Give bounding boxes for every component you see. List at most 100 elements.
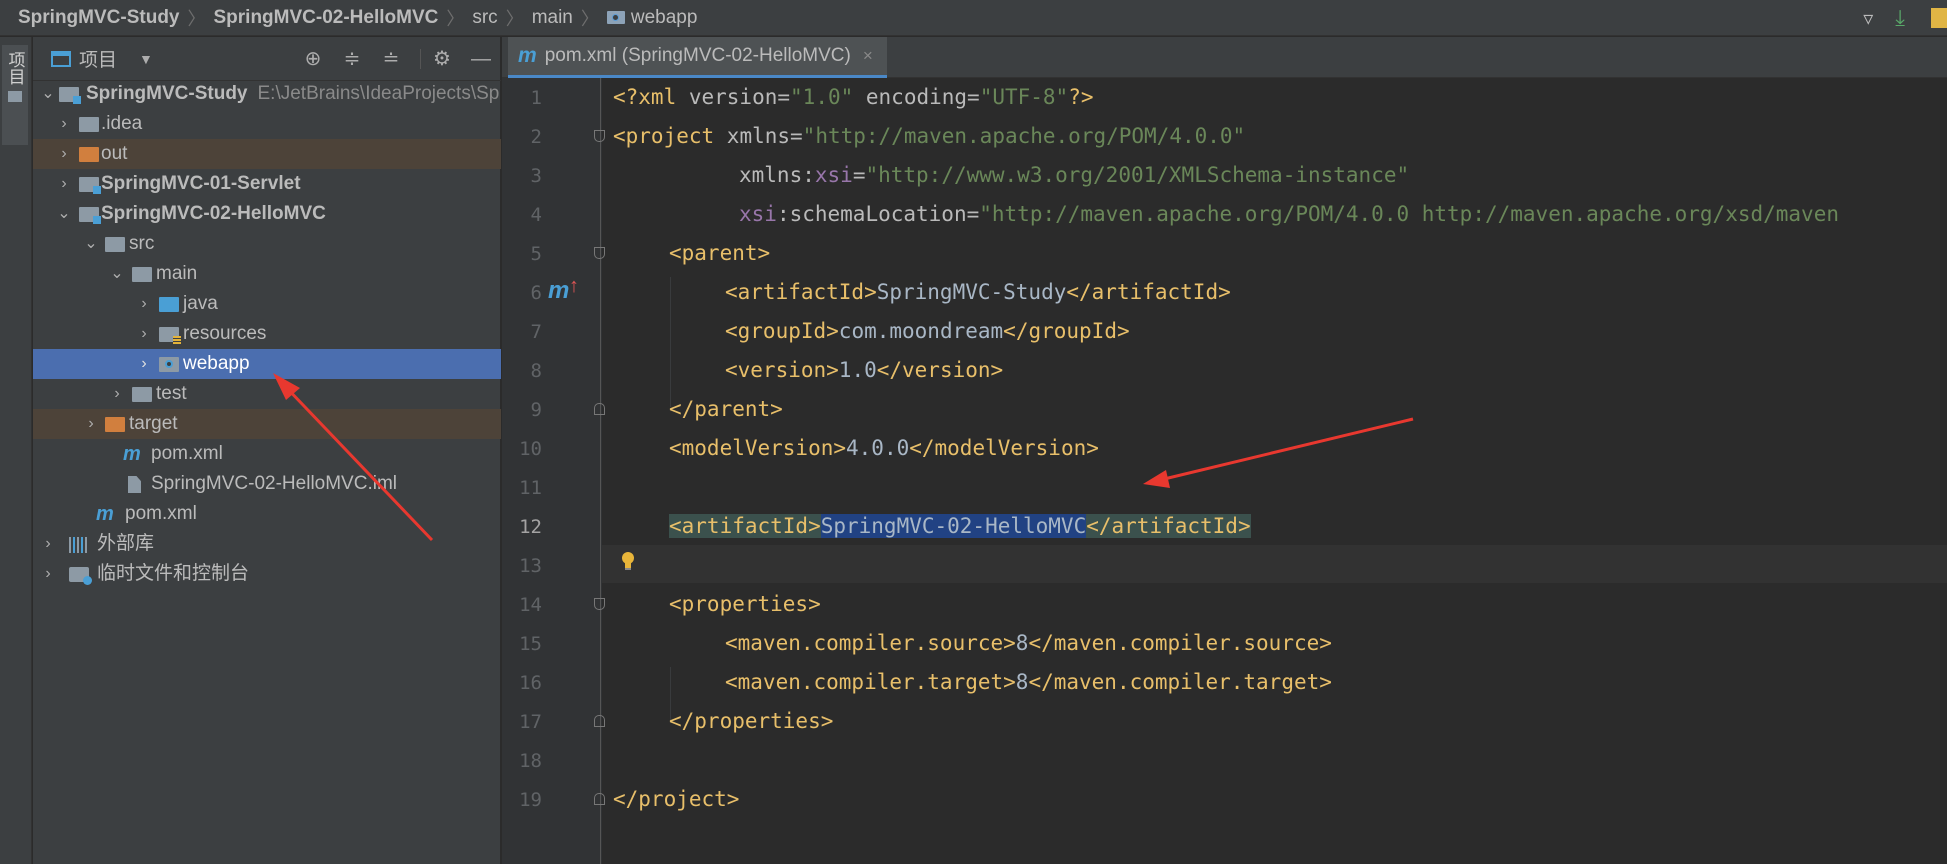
project-tool-tab[interactable]: 项目 (2, 45, 28, 145)
code-token: <maven.compiler.target> (725, 670, 1016, 694)
breadcrumb-item-src[interactable]: src (472, 7, 503, 29)
chevron-right-icon[interactable]: › (136, 289, 152, 319)
breadcrumb-item-module[interactable]: SpringMVC-02-HelloMVC (214, 7, 445, 29)
toolbar-divider (420, 49, 421, 69)
maven-icon: m (123, 443, 141, 465)
project-tool-tab-label: 项目 (5, 51, 25, 85)
tree-item-target[interactable]: › target (33, 409, 501, 439)
breadcrumb-item-webapp[interactable]: webapp (631, 7, 704, 29)
tree-item-label: src (129, 233, 155, 254)
chevron-down-icon[interactable]: ⌄ (56, 199, 72, 229)
code-token: </artifactId> (1066, 280, 1231, 304)
code-token: "1.0" (790, 85, 854, 109)
chevron-down-icon[interactable]: ⌄ (109, 259, 125, 289)
tree-item-pom-module[interactable]: m pom.xml (33, 439, 501, 469)
tree-item-out[interactable]: › out (33, 139, 501, 169)
code-line-1: <?xml version="1.0" encoding="UTF-8"?> (613, 85, 1094, 109)
lightbulb-icon[interactable] (621, 552, 635, 570)
run-config-icon[interactable] (1931, 8, 1947, 28)
project-panel-title[interactable]: 项目 (79, 45, 117, 72)
code-token: xmlns (739, 163, 803, 187)
tree-item-path: E:\JetBrains\IdeaProjects\Sp (257, 83, 500, 104)
chevron-down-icon[interactable]: ⌄ (40, 79, 56, 109)
chevron-right-icon[interactable]: › (136, 349, 152, 379)
chevron-right-icon[interactable]: › (136, 319, 152, 349)
breadcrumb-item-main[interactable]: main (532, 7, 579, 29)
tree-item-label: 外部库 (97, 533, 155, 554)
build-hammer-icon[interactable]: ⤓ (1895, 5, 1905, 31)
tree-item-label: target (129, 413, 178, 434)
chevron-right-icon[interactable]: › (40, 529, 56, 559)
code-line-7: <groupId>com.moondream</groupId> (725, 319, 1130, 343)
code-token: </maven.compiler.source> (1028, 631, 1332, 655)
chevron-right-icon[interactable]: › (109, 379, 125, 409)
chevron-right-icon[interactable]: › (40, 559, 56, 589)
fold-marker-icon[interactable] (594, 598, 605, 610)
folder-icon (132, 387, 152, 402)
fold-marker-icon[interactable] (594, 793, 605, 805)
tree-item-label: .idea (101, 113, 143, 134)
code-token: = (777, 85, 791, 109)
gear-icon[interactable]: ⚙ (430, 47, 454, 71)
code-area[interactable]: m ↑ <?xml version="1.0" encoding="UTF-8"… (502, 37, 1947, 864)
project-panel: 项目 ▼ ⊕ ≑ ≐ ⚙ — ⌄ SpringMVC-Study E:\JetBr… (33, 37, 501, 864)
tree-item-java[interactable]: › java (33, 289, 501, 319)
code-token: 8 (1015, 670, 1029, 694)
library-icon (69, 537, 89, 553)
code-line-19: </project> (613, 787, 740, 811)
code-token: </version> (876, 358, 1004, 382)
tree-item-external-libraries[interactable]: › 外部库 (33, 529, 501, 559)
dropdown-icon[interactable]: ▼ (139, 51, 153, 67)
tree-item-label: pom.xml (151, 443, 223, 464)
collapse-all-icon[interactable]: ≐ (379, 47, 403, 71)
fold-marker-icon[interactable] (594, 247, 605, 259)
tree-item-label: SpringMVC-02-HelloMVC (101, 203, 326, 224)
tree-item-label: java (183, 293, 218, 314)
breadcrumb: SpringMVC-Study 〉 SpringMVC-02-HelloMVC … (0, 0, 1947, 36)
fold-marker-icon[interactable] (594, 130, 605, 142)
tree-item-iml[interactable]: SpringMVC-02-HelloMVC.iml (33, 469, 501, 499)
chevron-right-icon[interactable]: › (56, 169, 72, 199)
tree-item-label: SpringMVC-Study (86, 83, 248, 104)
tree-item-main[interactable]: ⌄ main (33, 259, 501, 289)
code-line-3: xmlns:xsi="http://www.w3.org/2001/XMLSch… (739, 163, 1409, 187)
user-icon[interactable]: ▿ (1863, 6, 1873, 31)
tree-item-springmvc-study[interactable]: ⌄ SpringMVC-Study E:\JetBrains\IdeaProjec… (33, 79, 501, 109)
navigate-up-arrow-icon[interactable]: ↑ (569, 275, 579, 298)
tree-item-scratches[interactable]: › 临时文件和控制台 (33, 559, 501, 589)
tree-item-idea[interactable]: › .idea (33, 109, 501, 139)
code-line-6: <artifactId>SpringMVC-Study</artifactId> (725, 280, 1231, 304)
tree-item-label: SpringMVC-01-Servlet (101, 173, 301, 194)
locate-icon[interactable]: ⊕ (301, 47, 325, 71)
code-token: "UTF-8" (979, 85, 1069, 109)
tree-item-src[interactable]: ⌄ src (33, 229, 501, 259)
breadcrumb-item-project[interactable]: SpringMVC-Study (18, 7, 186, 29)
code-token: xsi (739, 202, 777, 226)
fold-marker-icon[interactable] (594, 403, 605, 415)
chevron-down-icon[interactable]: ⌄ (83, 229, 99, 259)
tree-item-label: out (101, 143, 128, 164)
code-token: = (852, 163, 866, 187)
chevron-right-icon[interactable]: › (83, 409, 99, 439)
code-token: <modelVersion> (669, 436, 847, 460)
expand-all-icon[interactable]: ≑ (340, 47, 364, 71)
folder-icon (79, 117, 99, 132)
chevron-right-icon[interactable]: › (56, 139, 72, 169)
tree-item-pom-root[interactable]: m pom.xml (33, 499, 501, 529)
minimize-icon[interactable]: — (469, 47, 493, 71)
tree-item-webapp[interactable]: › webapp (33, 349, 501, 379)
tree-item-test[interactable]: › test (33, 379, 501, 409)
breadcrumb-separator-icon: 〉 (446, 8, 465, 29)
tree-item-springmvc-01-servlet[interactable]: › SpringMVC-01-Servlet (33, 169, 501, 199)
fold-marker-icon[interactable] (594, 715, 605, 727)
tree-item-resources[interactable]: › resources (33, 319, 501, 349)
code-line-2: <project xmlns="http://maven.apache.org/… (613, 124, 1245, 148)
maven-icon: m (96, 503, 114, 525)
breadcrumb-separator-icon: 〉 (580, 8, 599, 29)
maven-parent-gutter-icon[interactable]: m (548, 277, 569, 305)
tree-item-label: pom.xml (125, 503, 197, 524)
tree-item-springmvc-02-hellomvc[interactable]: ⌄ SpringMVC-02-HelloMVC (33, 199, 501, 229)
code-token: = (790, 124, 803, 148)
resources-folder-icon (159, 327, 181, 344)
chevron-right-icon[interactable]: › (56, 109, 72, 139)
